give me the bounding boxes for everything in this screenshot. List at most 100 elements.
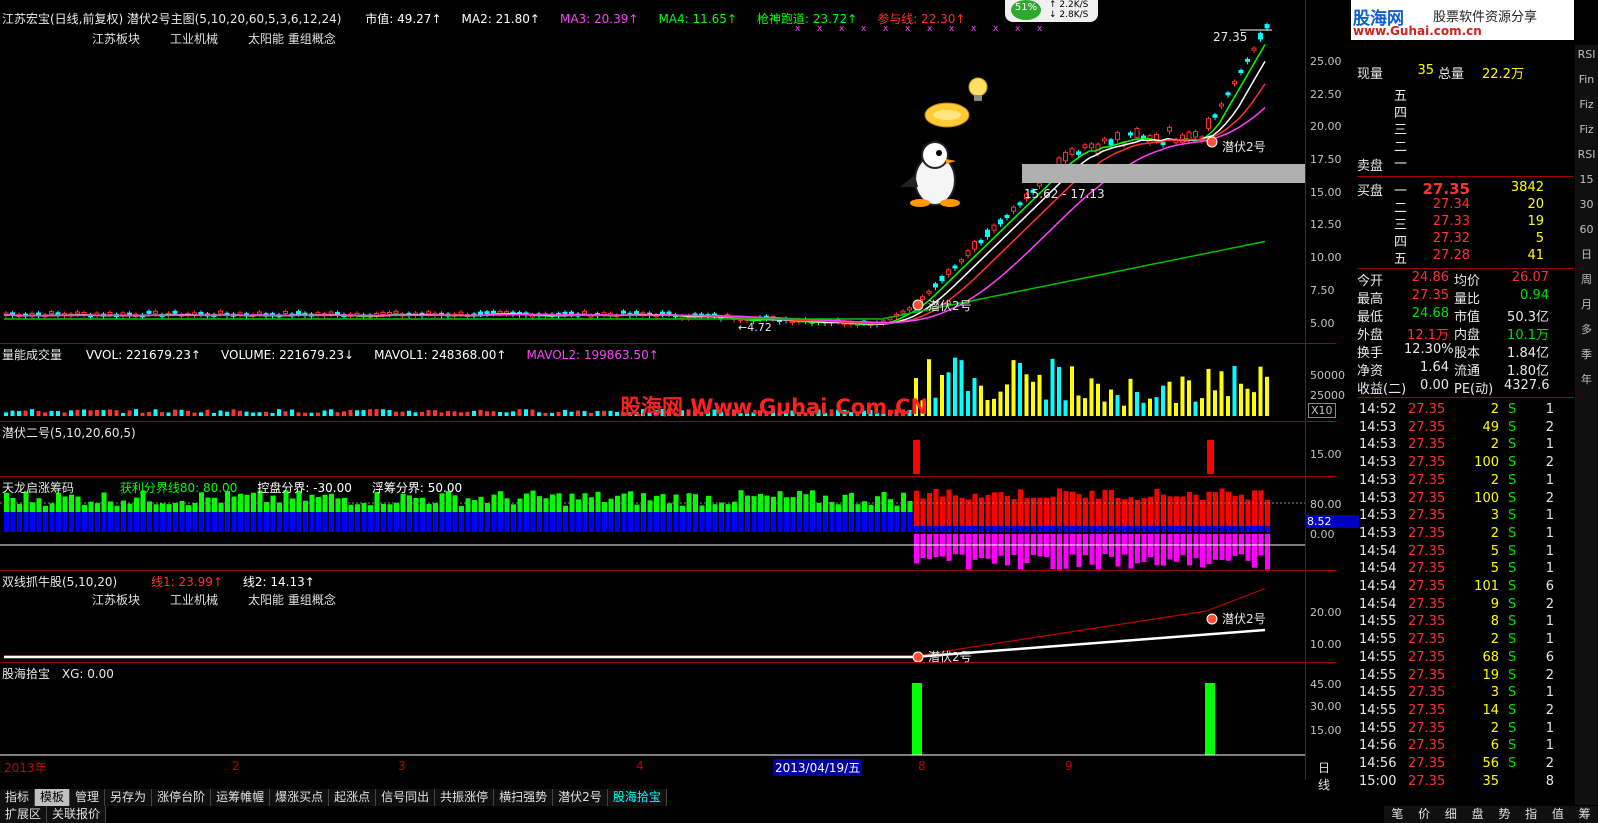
signal-label: 潜伏2号 bbox=[1222, 140, 1266, 154]
tianlong-magenta-bar bbox=[959, 534, 965, 555]
tianlong-green-bar bbox=[628, 491, 633, 512]
buy-volume: 5 bbox=[1535, 231, 1544, 246]
tianlong-blue-bar bbox=[712, 512, 718, 532]
tab-4[interactable]: 涨停台阶 bbox=[152, 789, 212, 806]
tianlong-blue-bar bbox=[82, 512, 87, 532]
tab-9[interactable]: 共振涨停 bbox=[435, 789, 495, 806]
toolbar-item-3[interactable]: Fiz bbox=[1575, 120, 1598, 140]
quote-tab-6[interactable]: 值 bbox=[1545, 806, 1572, 823]
tianlong-green-bar bbox=[277, 502, 282, 512]
toolbar-item-4[interactable]: RSI bbox=[1575, 145, 1598, 165]
logo-url: www.Guhai.com.cn bbox=[1353, 24, 1482, 38]
candle-body bbox=[666, 311, 672, 315]
toolbar-item-11[interactable]: 多 bbox=[1575, 320, 1598, 340]
tianlong-red-bar bbox=[1128, 497, 1134, 526]
tianlong-green-bar bbox=[719, 502, 724, 512]
tab-1[interactable]: 模板 bbox=[35, 789, 71, 806]
tick-time: 14:55 bbox=[1359, 614, 1397, 630]
quote-tab-1[interactable]: 价 bbox=[1411, 806, 1438, 823]
volume-bar bbox=[1226, 396, 1230, 416]
chart-area[interactable]: xxxxxxxxxxxx 江苏宏宝(日线,前复权) 潜伏2号主图(5,10,20… bbox=[0, 0, 1359, 792]
quote-tab-7[interactable]: 筹 bbox=[1571, 806, 1598, 823]
toolbar-item-13[interactable]: 年 bbox=[1575, 370, 1598, 390]
tianlong-blue-bar bbox=[478, 512, 484, 532]
low-price-label: ←4.72 bbox=[738, 321, 772, 334]
buy-level-row[interactable]: 五 27.28 41 bbox=[1384, 248, 1574, 267]
tianlong-red-bar bbox=[1115, 497, 1121, 526]
tick-time: 14:55 bbox=[1359, 720, 1397, 736]
buy-level-row[interactable]: 四 27.32 5 bbox=[1384, 231, 1574, 250]
tab-6[interactable]: 爆涨买点 bbox=[270, 789, 330, 806]
tab-2[interactable]: 管理 bbox=[70, 789, 106, 806]
toolbar-item-0[interactable]: RSI bbox=[1575, 45, 1598, 65]
toolbar-item-6[interactable]: 30 bbox=[1575, 195, 1598, 215]
legend-value: 获利分界线80: 80.00 bbox=[119, 481, 238, 495]
tab-7[interactable]: 起涨点 bbox=[329, 789, 377, 806]
tianlong-blue-bar bbox=[30, 512, 35, 532]
quote-tab-0[interactable]: 笔 bbox=[1384, 806, 1411, 823]
tab-0[interactable]: 指标 bbox=[0, 789, 36, 806]
quote-tab-2[interactable]: 细 bbox=[1438, 806, 1465, 823]
stat-label: PE(动) bbox=[1454, 382, 1494, 397]
toolbar-item-8[interactable]: 日 bbox=[1575, 245, 1598, 265]
toolbar-item-7[interactable]: 60 bbox=[1575, 220, 1598, 240]
tab-11[interactable]: 潜伏2号 bbox=[553, 789, 608, 806]
tab-8[interactable]: 信号同出 bbox=[376, 789, 436, 806]
quote-tab-3[interactable]: 盘 bbox=[1464, 806, 1491, 823]
tab-12[interactable]: 股海拾宝 bbox=[608, 789, 667, 806]
signal-ball-icon bbox=[1206, 613, 1218, 625]
volume-bar bbox=[30, 409, 34, 416]
buy-level-row[interactable]: 一 27.35 3842 bbox=[1384, 180, 1574, 199]
network-monitor[interactable]: 51% ↑ 2.2K/S ↓ 2.8K/S bbox=[1005, 0, 1098, 22]
tick-row: 14:55 27.35 2 S 1 bbox=[1359, 632, 1574, 650]
candle-body bbox=[81, 311, 87, 315]
tianlong-blue-bar bbox=[797, 512, 802, 532]
stat-label: 净资 bbox=[1357, 364, 1384, 379]
marker-x: x bbox=[1037, 24, 1043, 34]
tab-5[interactable]: 运筹帷幄 bbox=[211, 789, 271, 806]
toolbar-item-9[interactable]: 周 bbox=[1575, 270, 1598, 290]
chart-canvas[interactable]: xxxxxxxxxxxx bbox=[0, 0, 1336, 780]
toolbar-item-1[interactable]: Fin bbox=[1575, 70, 1598, 90]
tianlong-red-bar bbox=[1258, 490, 1264, 526]
qianfu-title: 潜伏二号(5,10,20,60,5) bbox=[2, 426, 136, 440]
tianlong-red-bar bbox=[1239, 494, 1244, 526]
ext-tab-0[interactable]: 扩展区 bbox=[0, 806, 48, 823]
right-toolbar: RSI Fin Fiz Fiz RSI 15 30 60 日周月多季年 bbox=[1575, 45, 1598, 805]
volume-bar bbox=[1232, 366, 1237, 416]
tianlong-red-bar bbox=[1063, 491, 1069, 526]
tianlong-green-bar bbox=[849, 492, 854, 512]
buy-level-row[interactable]: 二 27.34 20 bbox=[1384, 197, 1574, 216]
quote-tab-4[interactable]: 势 bbox=[1491, 806, 1518, 823]
tianlong-green-bar bbox=[134, 497, 139, 512]
tianlong-green-bar bbox=[530, 490, 536, 512]
toolbar-item-10[interactable]: 月 bbox=[1575, 295, 1598, 315]
period-label[interactable]: 日线 bbox=[1318, 759, 1336, 793]
tianlong-magenta-bar bbox=[979, 534, 984, 558]
axis-tick-label: 12.50 bbox=[1310, 218, 1342, 231]
tianlong-blue-bar bbox=[524, 512, 529, 532]
tianlong-red-bar bbox=[1161, 494, 1166, 526]
toolbar-item-12[interactable]: 季 bbox=[1575, 345, 1598, 365]
buy-level-row[interactable]: 三 27.33 19 bbox=[1384, 214, 1574, 233]
quote-tab-5[interactable]: 指 bbox=[1518, 806, 1545, 823]
tianlong-blue-bar bbox=[849, 512, 854, 532]
tianlong-blue-bar bbox=[420, 512, 425, 532]
time-axis-mark: 3 bbox=[398, 759, 406, 773]
tianlong-green-bar bbox=[543, 498, 549, 512]
tab-10[interactable]: 横扫强势 bbox=[494, 789, 554, 806]
tianlong-green-bar bbox=[192, 503, 198, 512]
tianlong-red-bar bbox=[1037, 497, 1043, 526]
volume-bar bbox=[1128, 378, 1133, 416]
tick-count: 1 bbox=[1545, 738, 1554, 754]
ext-tab-1[interactable]: 关联报价 bbox=[47, 806, 107, 823]
toolbar-item-5[interactable]: 15 bbox=[1575, 170, 1598, 190]
toolbar-item-2[interactable]: Fiz bbox=[1575, 95, 1598, 115]
tick-volume: 2 bbox=[1490, 437, 1499, 453]
candle-body bbox=[257, 311, 262, 315]
tab-3[interactable]: 另存为 bbox=[105, 789, 153, 806]
candle-body bbox=[107, 311, 113, 315]
tianlong-magenta-bar bbox=[953, 534, 958, 555]
marker-x: x bbox=[993, 24, 999, 34]
tianlong-blue-bar bbox=[394, 512, 399, 532]
